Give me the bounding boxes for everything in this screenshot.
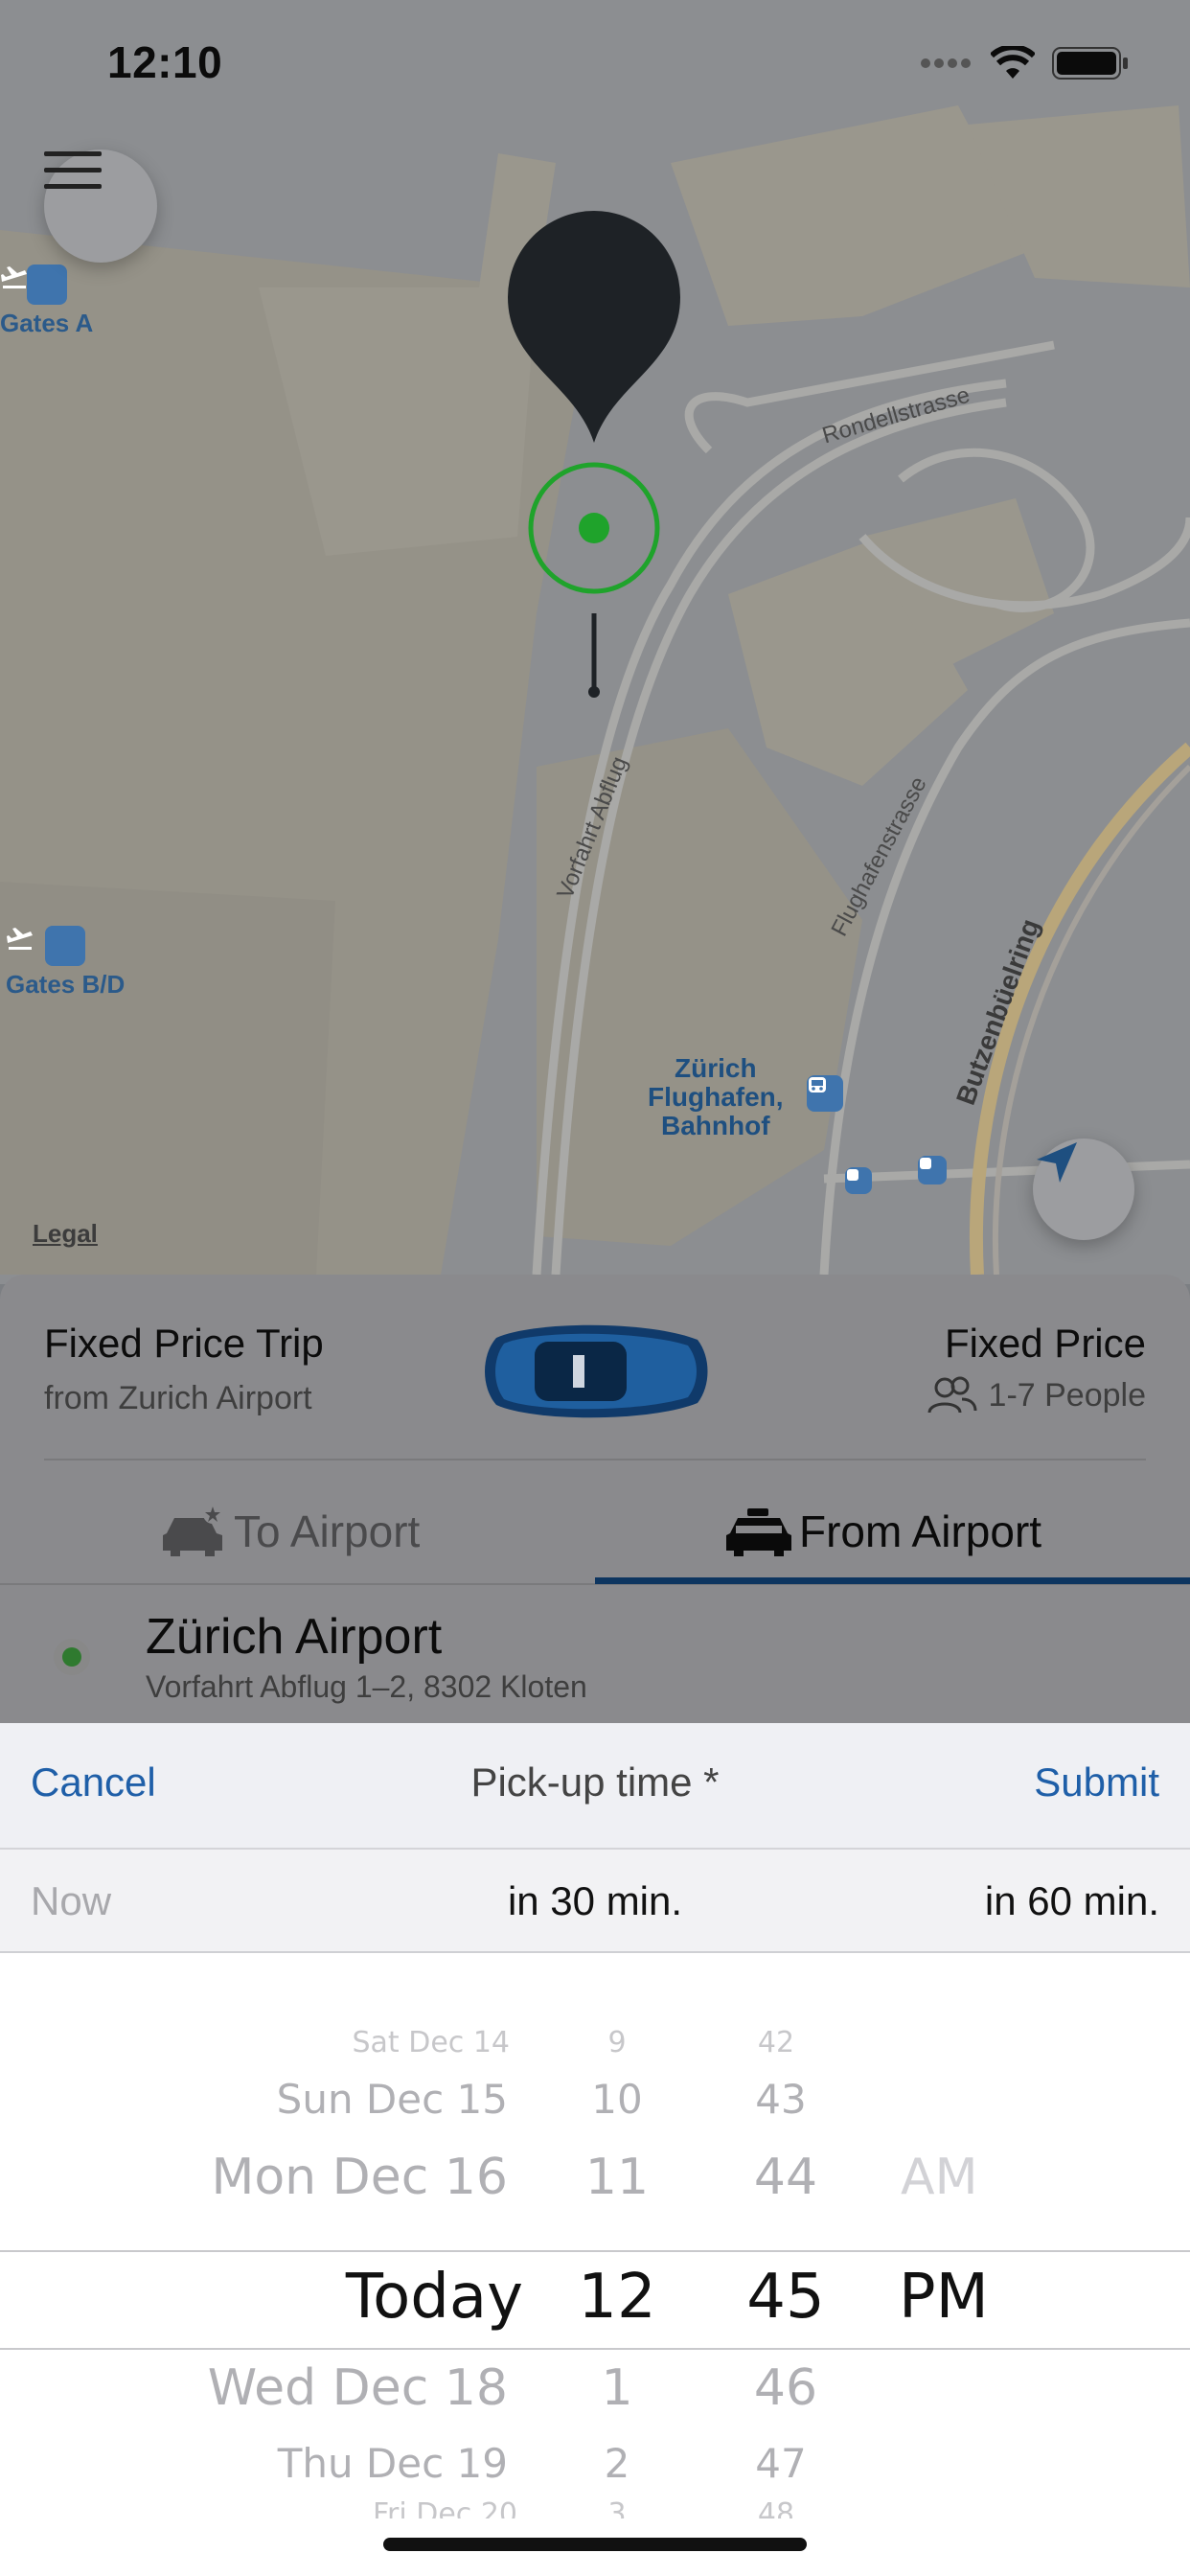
- trip-subtitle: from Zurich Airport: [44, 1380, 312, 1416]
- day-option[interactable]: Fri Dec 20: [373, 2497, 517, 2518]
- gates-a-label: Gates A: [0, 309, 94, 337]
- gates-bd-poi[interactable]: Gates B/D: [6, 926, 125, 1000]
- period-option[interactable]: AM: [901, 2149, 977, 2206]
- hour-option[interactable]: 11: [569, 2149, 665, 2206]
- submit-button[interactable]: Submit: [1034, 1760, 1159, 1806]
- date-time-picker[interactable]: Sat Dec 14 Sun Dec 15 Mon Dec 16 Today W…: [0, 2011, 1190, 2518]
- home-indicator[interactable]: [383, 2538, 807, 2551]
- hour-option[interactable]: 1: [569, 2359, 665, 2417]
- hour-option[interactable]: 10: [569, 2076, 665, 2123]
- day-option[interactable]: Sun Dec 15: [277, 2076, 508, 2123]
- capacity-info: 1-7 People: [927, 1376, 1146, 1414]
- day-option[interactable]: Mon Dec 16: [212, 2149, 509, 2206]
- bus-icon: [918, 1156, 947, 1184]
- minute-selected[interactable]: 45: [719, 2262, 853, 2333]
- airplane-icon: [1, 264, 67, 305]
- capacity-text: 1-7 People: [988, 1376, 1146, 1414]
- day-option[interactable]: Thu Dec 19: [278, 2440, 508, 2487]
- train-icon: [807, 1075, 843, 1112]
- quick-time-row: Now in 30 min. in 60 min.: [0, 1850, 1190, 1953]
- map-graphic: [0, 0, 1190, 1284]
- status-bar: 12:10: [0, 0, 1190, 134]
- pickup-dot-icon: [54, 1639, 90, 1675]
- minute-option[interactable]: 44: [728, 2149, 843, 2206]
- airplane-icon: [7, 926, 86, 966]
- people-icon: [927, 1376, 977, 1414]
- gates-bd-label: Gates B/D: [6, 970, 126, 999]
- bus-stop-poi-2: [918, 1156, 947, 1184]
- hamburger-icon: [44, 151, 102, 189]
- map-view[interactable]: Gates A Gates B/D Zürich Flughafen, Bahn…: [0, 0, 1190, 1284]
- sheet-title: Pick-up time *: [470, 1760, 720, 1805]
- day-option[interactable]: Wed Dec 18: [208, 2359, 508, 2417]
- trip-title: Fixed Price Trip: [44, 1321, 324, 1366]
- minute-option[interactable]: 42: [728, 2026, 824, 2059]
- location-arrow-icon: [1037, 1142, 1077, 1183]
- hour-option[interactable]: 3: [579, 2497, 655, 2518]
- taxi-star-icon: [163, 1505, 222, 1556]
- minute-option[interactable]: 46: [728, 2359, 843, 2417]
- sheet-toolbar: Cancel Pick-up time * Submit: [0, 1723, 1190, 1850]
- minute-option[interactable]: 43: [728, 2076, 834, 2123]
- day-option[interactable]: Sat Dec 14: [353, 2026, 511, 2059]
- station-line-1: Zürich: [674, 1053, 757, 1083]
- tab-to-airport-label: To Airport: [234, 1506, 421, 1556]
- hour-option[interactable]: 2: [569, 2440, 665, 2487]
- trip-card: Fixed Price Trip from Zurich Airport Fix…: [0, 1275, 1190, 1754]
- day-selected[interactable]: Today: [346, 2262, 523, 2333]
- active-tab-indicator: [595, 1577, 1190, 1584]
- hour-selected[interactable]: 12: [560, 2262, 675, 2333]
- minute-option[interactable]: 48: [728, 2497, 824, 2518]
- tab-from-airport[interactable]: From Airport: [724, 1493, 1041, 1570]
- tab-to-airport[interactable]: To Airport: [161, 1493, 420, 1570]
- signal-icon: [921, 58, 971, 68]
- taxi-icon: [726, 1508, 791, 1556]
- wifi-icon: [991, 46, 1035, 79]
- legal-link[interactable]: Legal: [33, 1219, 98, 1249]
- period-selected[interactable]: PM: [899, 2262, 989, 2333]
- menu-button[interactable]: [44, 150, 157, 263]
- bus-icon: [845, 1167, 872, 1194]
- screen: Gates A Gates B/D Zürich Flughafen, Bahn…: [0, 0, 1190, 2576]
- locate-me-button[interactable]: [1033, 1138, 1134, 1240]
- gates-a-poi[interactable]: Gates A: [0, 264, 93, 338]
- car-image: [485, 1324, 708, 1418]
- fixed-price-label: Fixed Price: [944, 1321, 1146, 1366]
- pickup-location-address: Vorfahrt Abflug 1–2, 8302 Kloten: [146, 1669, 587, 1704]
- status-time: 12:10: [107, 37, 223, 87]
- train-station-poi: [807, 1075, 843, 1112]
- status-icons: [920, 46, 1129, 80]
- quick-60-min-option[interactable]: in 60 min.: [985, 1878, 1159, 1924]
- bus-stop-poi: [845, 1167, 872, 1194]
- hour-option[interactable]: 9: [579, 2026, 655, 2059]
- battery-icon: [1052, 47, 1128, 80]
- station-label[interactable]: Zürich Flughafen, Bahnhof: [648, 1054, 784, 1140]
- minute-option[interactable]: 47: [728, 2440, 834, 2487]
- pickup-location-title[interactable]: Zürich Airport: [146, 1608, 442, 1666]
- pickup-time-sheet: Cancel Pick-up time * Submit Now in 30 m…: [0, 1723, 1190, 2576]
- tab-from-airport-label: From Airport: [799, 1506, 1042, 1556]
- station-line-3: Bahnhof: [661, 1111, 770, 1140]
- station-line-2: Flughafen,: [648, 1082, 784, 1112]
- card-divider: [44, 1459, 1146, 1460]
